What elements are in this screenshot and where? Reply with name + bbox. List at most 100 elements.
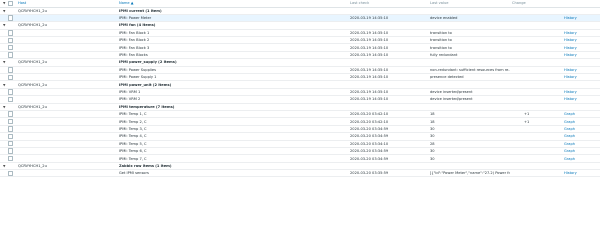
item-name: IPMI: VRM 1 [117,88,348,97]
graph-link[interactable]: Graph [564,117,600,126]
graph-link[interactable]: Graph [564,132,600,141]
item-select[interactable] [6,51,16,60]
item-select[interactable] [6,132,16,141]
chevron-down-icon[interactable]: ▼ [2,23,5,27]
history-link[interactable]: History [564,88,600,97]
item-select[interactable] [6,43,16,52]
item-row[interactable]: IPMI: Temp 6, C 2020-03-20 03:34:59 30 Grap… [0,147,600,156]
history-link[interactable]: History [564,43,600,52]
chevron-down-icon[interactable]: ▼ [2,60,5,64]
chevron-down-icon[interactable]: ▼ [2,105,5,109]
column-header-host[interactable]: Host [16,0,117,8]
item-select[interactable] [6,66,16,75]
item-select[interactable] [6,95,16,104]
chevron-down-icon[interactable]: ▼ [2,9,5,13]
item-row[interactable]: IPMI: Fan Block 3 2020-03-19 14:35:10 tran… [0,43,600,52]
graph-link[interactable]: Graph [564,125,600,134]
graph-link[interactable]: Graph [564,110,600,119]
item-checkbox[interactable] [8,111,14,117]
item-checkbox[interactable] [8,37,14,43]
group-host: QCRVYHCH1_2u [16,21,117,30]
history-link[interactable]: History [564,36,600,45]
graph-link[interactable]: Graph [564,140,600,148]
group-row[interactable]: ▼ QCRVYHCH1_2u IPMI current (1 Item) [0,7,600,15]
item-checkbox[interactable] [8,89,14,95]
item-select[interactable] [6,147,16,156]
group-empty-cell [564,21,600,30]
item-last-check: 2020-03-19 14:35:10 [348,88,428,97]
item-host [16,147,117,156]
item-row[interactable]: IPMI: Temp 4, C 2020-03-20 03:34:59 30 Grap… [0,132,600,141]
item-select[interactable] [6,117,16,126]
item-select[interactable] [6,140,16,148]
item-select[interactable] [6,29,16,38]
group-empty-cell [428,162,510,171]
item-checkbox[interactable] [8,67,14,73]
group-spacer [6,21,16,30]
item-checkbox[interactable] [8,126,14,132]
chevron-down-icon[interactable]: ▼ [2,164,5,168]
history-link[interactable]: History [564,66,600,75]
item-checkbox[interactable] [8,15,14,21]
group-row[interactable]: ▼ QCRVYHCH1_2u IPMI fan (4 Items) [0,21,600,30]
item-checkbox[interactable] [8,148,14,154]
item-select[interactable] [6,125,16,134]
history-link[interactable]: History [564,95,600,104]
item-select[interactable] [6,73,16,82]
item-select[interactable] [6,154,16,163]
item-change [510,29,564,38]
item-select[interactable] [6,36,16,45]
history-link[interactable]: History [564,73,600,82]
item-select[interactable] [6,169,16,178]
column-header-last-value[interactable]: Last value [428,0,510,8]
item-checkbox[interactable] [8,96,14,103]
group-row[interactable]: ▼ QCRVYHCH1_2u IPMI power_unit (2 Items) [0,80,600,89]
graph-link[interactable]: Graph [564,147,600,156]
item-checkbox[interactable] [8,30,14,36]
graph-link[interactable]: Graph [564,154,600,163]
history-link[interactable]: History [564,29,600,38]
item-checkbox[interactable] [8,52,14,58]
group-spacer [6,58,16,67]
item-row[interactable]: IPMI: Temp 1, C 2020-03-20 03:42:10 18 +1 Gr… [0,110,600,119]
item-select[interactable] [6,14,16,23]
group-row[interactable]: ▼ QCRVYHCH1_2u IPMI power_supply (2 Items) [0,58,600,67]
column-header-last-check[interactable]: Last check [348,0,428,8]
select-all-cell[interactable] [6,0,16,8]
item-select[interactable] [6,88,16,97]
item-select[interactable] [6,110,16,119]
item-row[interactable]: IPMI: VRM 1 2020-03-19 14:35:10 device ins… [0,88,600,97]
item-name: IPMI: Power Supplies [117,66,348,75]
item-checkbox[interactable] [8,74,14,80]
item-change [510,132,564,141]
history-link[interactable]: History [564,169,600,178]
history-link[interactable]: History [564,51,600,60]
item-row[interactable]: IPMI: VRM 2 2020-03-19 14:35:10 device ins… [0,95,600,104]
column-header-name[interactable]: Name ▲ [117,0,348,8]
item-row[interactable]: IPMI: Temp 3, C 2020-03-20 03:34:59 30 Grap… [0,125,600,134]
item-row[interactable]: IPMI: Temp 7, C 2020-03-20 03:34:59 30 Grap… [0,154,600,163]
group-row[interactable]: ▼ QCRVYHCH1_2u IPMI temperature (7 Items) [0,103,600,111]
item-row[interactable]: IPMI: Temp 5, C 2020-03-20 03:34:10 28 Grap… [0,140,600,148]
chevron-down-icon[interactable]: ▼ [2,1,5,5]
item-row[interactable]: IPMI: Power Supplies 2020-03-19 14:35:10 n… [0,66,600,75]
item-checkbox[interactable] [8,44,14,51]
item-checkbox[interactable] [8,118,14,125]
item-checkbox[interactable] [8,141,14,147]
chevron-down-icon[interactable]: ▼ [2,83,5,87]
item-row[interactable]: IPMI: Power Meter 2020-03-19 14:35:10 devi… [0,14,600,23]
item-change [510,51,564,60]
item-row[interactable]: IPMI: Fan Block 2 2020-03-19 14:35:10 tran… [0,36,600,45]
item-host [16,36,117,45]
item-row[interactable]: Get IPMI sensors 2020-03-20 03:35:59 [{"id… [0,169,600,178]
group-row[interactable]: ▼ QCRVYHCH1_2u Zabbix raw items (1 Item) [0,162,600,171]
item-row[interactable]: IPMI: Fan Blocks 2020-03-19 14:35:10 fully… [0,51,600,60]
item-row[interactable]: IPMI: Fan Block 1 2020-03-19 14:35:10 tran… [0,29,600,38]
select-all-checkbox[interactable] [8,0,14,6]
item-checkbox[interactable] [8,155,14,162]
item-checkbox[interactable] [8,133,14,139]
item-row[interactable]: IPMI: Power Supply 1 2020-03-19 14:35:10 p… [0,73,600,82]
item-checkbox[interactable] [8,170,14,176]
item-row[interactable]: IPMI: Temp 2, C 2020-03-20 03:42:10 18 +1 Gr… [0,117,600,126]
history-link[interactable]: History [564,14,600,23]
